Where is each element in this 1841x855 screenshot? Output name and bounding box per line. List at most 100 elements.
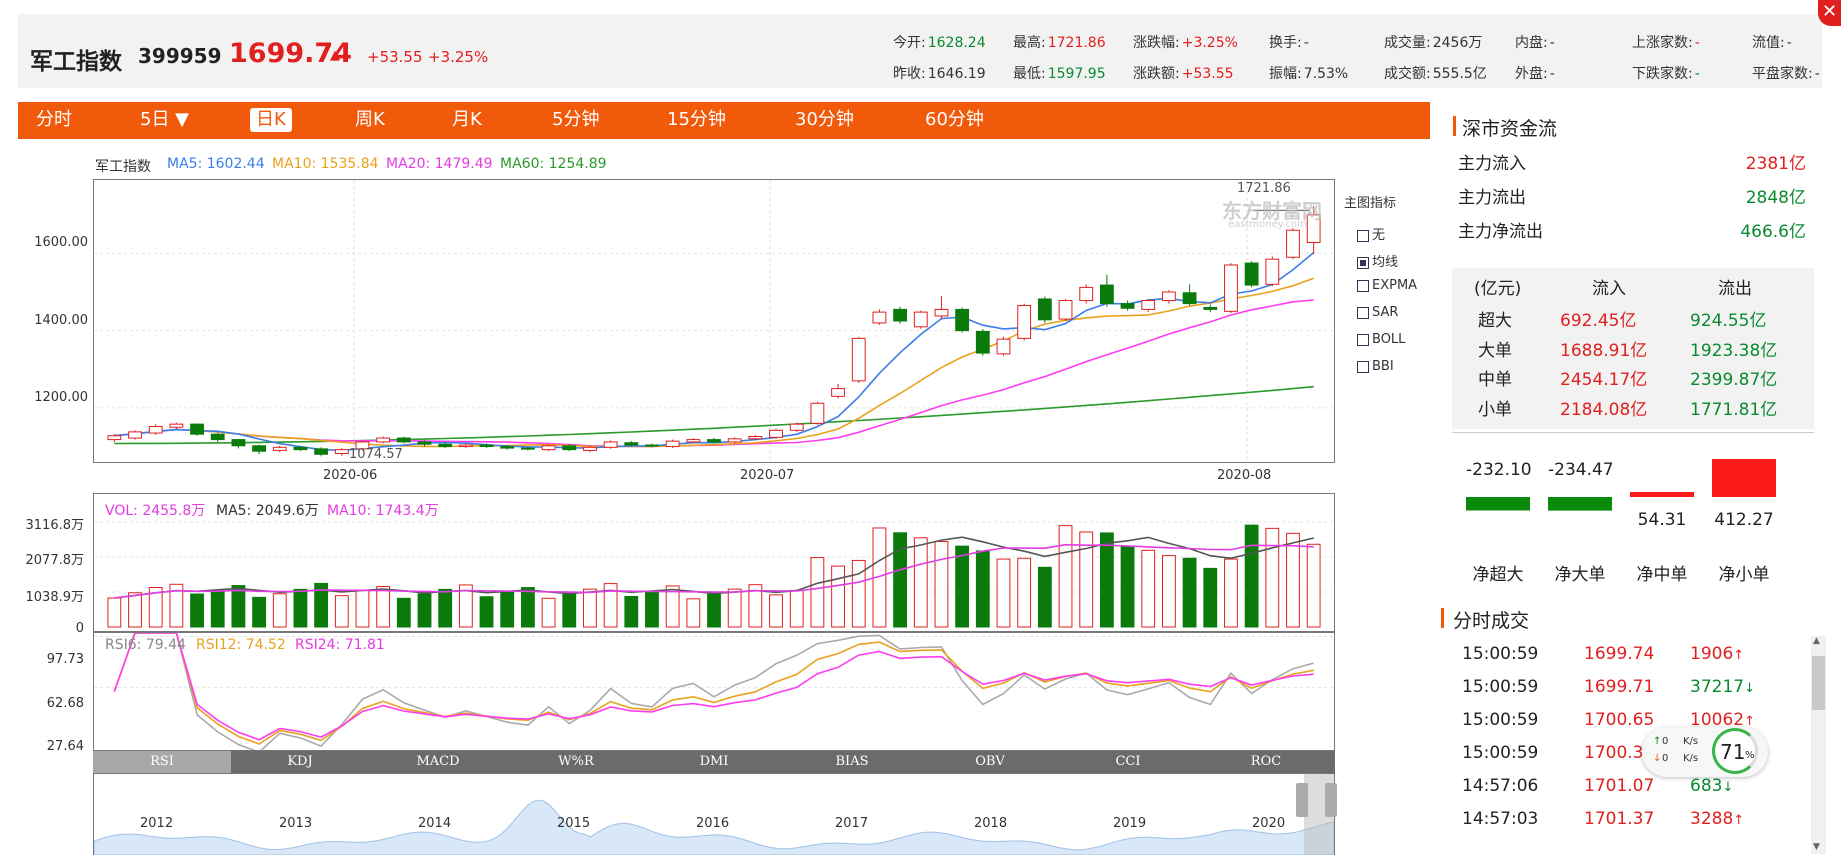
candle[interactable] (872, 311, 887, 324)
candle[interactable] (893, 308, 908, 322)
candle[interactable] (1182, 292, 1197, 305)
candle[interactable] (1141, 300, 1156, 310)
candle[interactable] (458, 444, 473, 448)
indicator-option[interactable]: SAR (1357, 305, 1398, 320)
indicator-option[interactable]: 无 (1357, 224, 1385, 243)
candle[interactable] (1162, 291, 1176, 302)
range-handle-left[interactable] (1296, 783, 1308, 817)
volume-bar[interactable] (1058, 525, 1073, 628)
volume-bar[interactable] (1286, 532, 1300, 628)
candle[interactable] (376, 437, 391, 443)
candle[interactable] (727, 438, 742, 443)
candle[interactable] (562, 445, 577, 451)
candle[interactable] (1120, 303, 1135, 309)
scroll-up-icon[interactable]: ▲ (1813, 636, 1820, 646)
candle[interactable] (128, 431, 142, 439)
candle[interactable] (665, 440, 680, 448)
volume-bar[interactable] (562, 593, 577, 628)
volume-bar[interactable] (707, 593, 721, 628)
candle[interactable] (210, 433, 225, 441)
volume-bar[interactable] (272, 593, 287, 628)
checkbox-icon[interactable] (1357, 306, 1369, 319)
candle[interactable] (1079, 286, 1094, 302)
volume-bar[interactable] (789, 589, 804, 628)
candle[interactable] (769, 429, 783, 438)
indicator-option[interactable]: 均线 (1357, 251, 1398, 270)
volume-bar[interactable] (769, 594, 783, 628)
tab-5[interactable]: 5分钟 (552, 108, 599, 132)
checkbox-icon[interactable] (1357, 279, 1369, 292)
candle[interactable] (417, 441, 432, 445)
tab-2[interactable]: 日K (250, 108, 292, 132)
volume-bar[interactable] (1017, 557, 1032, 628)
volume-bar[interactable] (583, 588, 597, 628)
range-handle-right[interactable] (1325, 783, 1337, 817)
volume-bar[interactable] (107, 597, 122, 628)
indicator-tab-0[interactable]: RSI (93, 751, 231, 773)
tab-0[interactable]: 分时 (36, 108, 72, 132)
volume-bar[interactable] (727, 588, 742, 628)
volume-bar[interactable] (645, 591, 659, 628)
candle[interactable] (107, 435, 122, 441)
candle[interactable] (479, 444, 494, 448)
volume-bar[interactable] (1306, 543, 1321, 628)
volume-bar[interactable] (686, 598, 701, 628)
volume-bar[interactable] (355, 589, 370, 628)
kline-chart[interactable] (93, 179, 1335, 463)
volume-bar[interactable] (1203, 567, 1218, 628)
volume-bar[interactable] (1244, 524, 1259, 628)
volume-bar[interactable] (1162, 555, 1176, 628)
candle[interactable] (789, 423, 804, 431)
candle[interactable] (686, 439, 701, 443)
candle[interactable] (169, 423, 184, 428)
candle[interactable] (975, 330, 990, 354)
candle[interactable] (1286, 229, 1300, 258)
volume-bar[interactable] (1182, 557, 1197, 628)
candle[interactable] (1265, 258, 1280, 285)
volume-bar[interactable] (893, 532, 908, 628)
scroll-down-icon[interactable]: ▼ (1813, 842, 1820, 852)
volume-bar[interactable] (520, 587, 535, 628)
volume-bar[interactable] (190, 593, 204, 628)
tab-6[interactable]: 15分钟 (667, 108, 726, 132)
tab-4[interactable]: 月K (452, 108, 482, 132)
indicator-tab-1[interactable]: KDJ (231, 751, 369, 773)
candle[interactable] (831, 388, 845, 397)
candle[interactable] (438, 443, 453, 448)
volume-bar[interactable] (1141, 549, 1156, 628)
candle[interactable] (396, 437, 411, 443)
candle[interactable] (231, 439, 246, 447)
checkbox-icon[interactable] (1357, 333, 1369, 346)
volume-bar[interactable] (334, 595, 349, 628)
candle[interactable] (500, 446, 515, 449)
volume-bar[interactable] (210, 590, 225, 628)
candle[interactable] (334, 449, 349, 455)
candle[interactable] (1037, 298, 1052, 321)
candle[interactable] (1058, 300, 1073, 320)
volume-bar[interactable] (293, 588, 308, 628)
candle[interactable] (252, 445, 266, 452)
candle[interactable] (851, 337, 866, 382)
candle[interactable] (996, 338, 1011, 355)
indicator-option[interactable]: BOLL (1357, 332, 1405, 347)
volume-bar[interactable] (810, 557, 825, 628)
scrollbar-thumb[interactable] (1812, 656, 1825, 710)
volume-bar[interactable] (1265, 527, 1280, 628)
volume-bar[interactable] (996, 558, 1011, 628)
indicator-tab-2[interactable]: MACD (369, 751, 507, 773)
volume-bar[interactable] (1037, 566, 1052, 628)
candle[interactable] (293, 446, 308, 451)
candle[interactable] (1099, 284, 1114, 305)
candle[interactable] (624, 442, 639, 446)
candle[interactable] (934, 308, 949, 317)
volume-bar[interactable] (252, 596, 266, 628)
volume-bar[interactable] (396, 597, 411, 628)
indicator-option[interactable]: EXPMA (1357, 278, 1417, 293)
volume-bar[interactable] (231, 585, 246, 628)
tab-1[interactable]: 5日 ▼ (140, 108, 189, 132)
indicator-tab-3[interactable]: W%R (507, 751, 645, 773)
volume-bar[interactable] (831, 565, 845, 628)
candle[interactable] (913, 311, 928, 328)
volume-bar[interactable] (955, 545, 970, 628)
candle[interactable] (148, 425, 163, 434)
